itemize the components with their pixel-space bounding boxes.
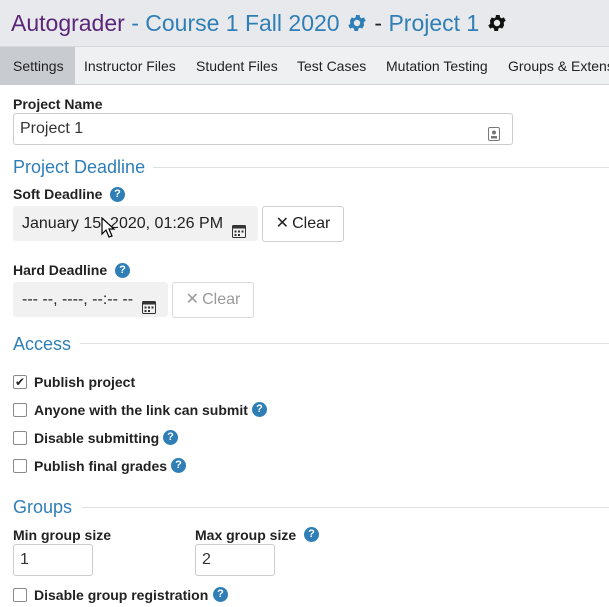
min-group-size-input[interactable]: 1 <box>13 544 93 576</box>
anyone-can-submit-checkbox[interactable] <box>13 403 27 417</box>
soft-deadline-label: Soft Deadline <box>13 186 103 202</box>
groups-section-title: Groups <box>13 497 73 517</box>
deadline-section-divider <box>153 167 609 168</box>
project-name-value: Project 1 <box>20 120 84 137</box>
max-group-size-label: Max group size <box>195 527 297 543</box>
publish-project-label: Publish project <box>34 374 136 390</box>
tab-instructor-files[interactable]: Instructor Files <box>84 47 176 85</box>
anyone-can-submit-label: Anyone with the link can submit <box>34 402 248 418</box>
tab-groups-extensions[interactable]: Groups & Extens <box>508 47 609 85</box>
mouse-cursor-icon <box>101 217 116 238</box>
min-group-size-label: Min group size <box>13 527 111 543</box>
disable-submitting-checkbox[interactable] <box>13 431 27 445</box>
title-separator: - <box>374 10 383 36</box>
hard-deadline-help-icon[interactable]: ? <box>115 263 130 278</box>
project-settings-gear-icon[interactable] <box>486 3 508 50</box>
soft-deadline-input[interactable]: January 15, 2020, 01:26 PM <box>13 206 258 241</box>
soft-deadline-value: January 15, 2020, 01:26 PM <box>22 215 224 232</box>
access-section-divider <box>80 343 609 344</box>
clear-x-icon: ✕ <box>275 215 290 232</box>
publish-final-grades-help-icon[interactable]: ? <box>171 458 186 473</box>
hard-deadline-clear-button[interactable]: ✕ Clear <box>172 282 254 318</box>
disable-submitting-label: Disable submitting <box>34 430 160 446</box>
calendar-icon[interactable] <box>142 292 156 327</box>
contact-card-icon <box>488 122 500 152</box>
hard-deadline-value: --- --, ----, --:-- -- <box>22 291 134 308</box>
soft-deadline-clear-button[interactable]: ✕ Clear <box>262 206 344 242</box>
max-group-size-value: 2 <box>202 551 211 568</box>
anyone-can-submit-help-icon[interactable]: ? <box>252 402 267 417</box>
tab-mutation-testing[interactable]: Mutation Testing <box>386 47 488 85</box>
calendar-icon[interactable] <box>232 216 246 251</box>
project-name-label: Project Name <box>13 96 103 112</box>
tab-settings[interactable]: Settings <box>0 47 75 85</box>
course-settings-gear-icon[interactable] <box>346 3 368 50</box>
max-group-size-help-icon[interactable]: ? <box>304 527 319 542</box>
disable-group-registration-checkbox[interactable] <box>13 588 27 602</box>
project-link[interactable]: Project 1 <box>388 10 479 36</box>
disable-group-registration-help-icon[interactable]: ? <box>213 587 228 602</box>
app-title[interactable]: Autograder <box>11 10 125 36</box>
access-section-title: Access <box>13 334 72 354</box>
publish-project-checkbox[interactable]: ✔ <box>13 375 27 389</box>
title-bar: Autograder - Course 1 Fall 2020 - Projec… <box>0 0 609 47</box>
deadline-section-title: Project Deadline <box>13 157 146 177</box>
course-link[interactable]: - Course 1 Fall 2020 <box>131 10 339 36</box>
tab-student-files[interactable]: Student Files <box>196 47 278 85</box>
groups-section-divider <box>82 507 609 508</box>
soft-deadline-help-icon[interactable]: ? <box>110 187 125 202</box>
clear-label: Clear <box>292 215 331 232</box>
clear-label: Clear <box>202 291 241 308</box>
publish-final-grades-checkbox[interactable] <box>13 459 27 473</box>
disable-group-registration-label: Disable group registration <box>34 587 209 603</box>
tab-test-cases[interactable]: Test Cases <box>297 47 366 85</box>
disable-submitting-help-icon[interactable]: ? <box>163 430 178 445</box>
project-name-input[interactable]: Project 1 <box>13 113 513 145</box>
publish-final-grades-label: Publish final grades <box>34 458 168 474</box>
min-group-size-value: 1 <box>20 551 29 568</box>
clear-x-icon: ✕ <box>185 291 200 308</box>
max-group-size-input[interactable]: 2 <box>195 544 275 576</box>
tab-bar: Settings Instructor Files Student Files … <box>0 47 609 85</box>
hard-deadline-input[interactable]: --- --, ----, --:-- -- <box>13 282 168 317</box>
hard-deadline-label: Hard Deadline <box>13 262 108 278</box>
